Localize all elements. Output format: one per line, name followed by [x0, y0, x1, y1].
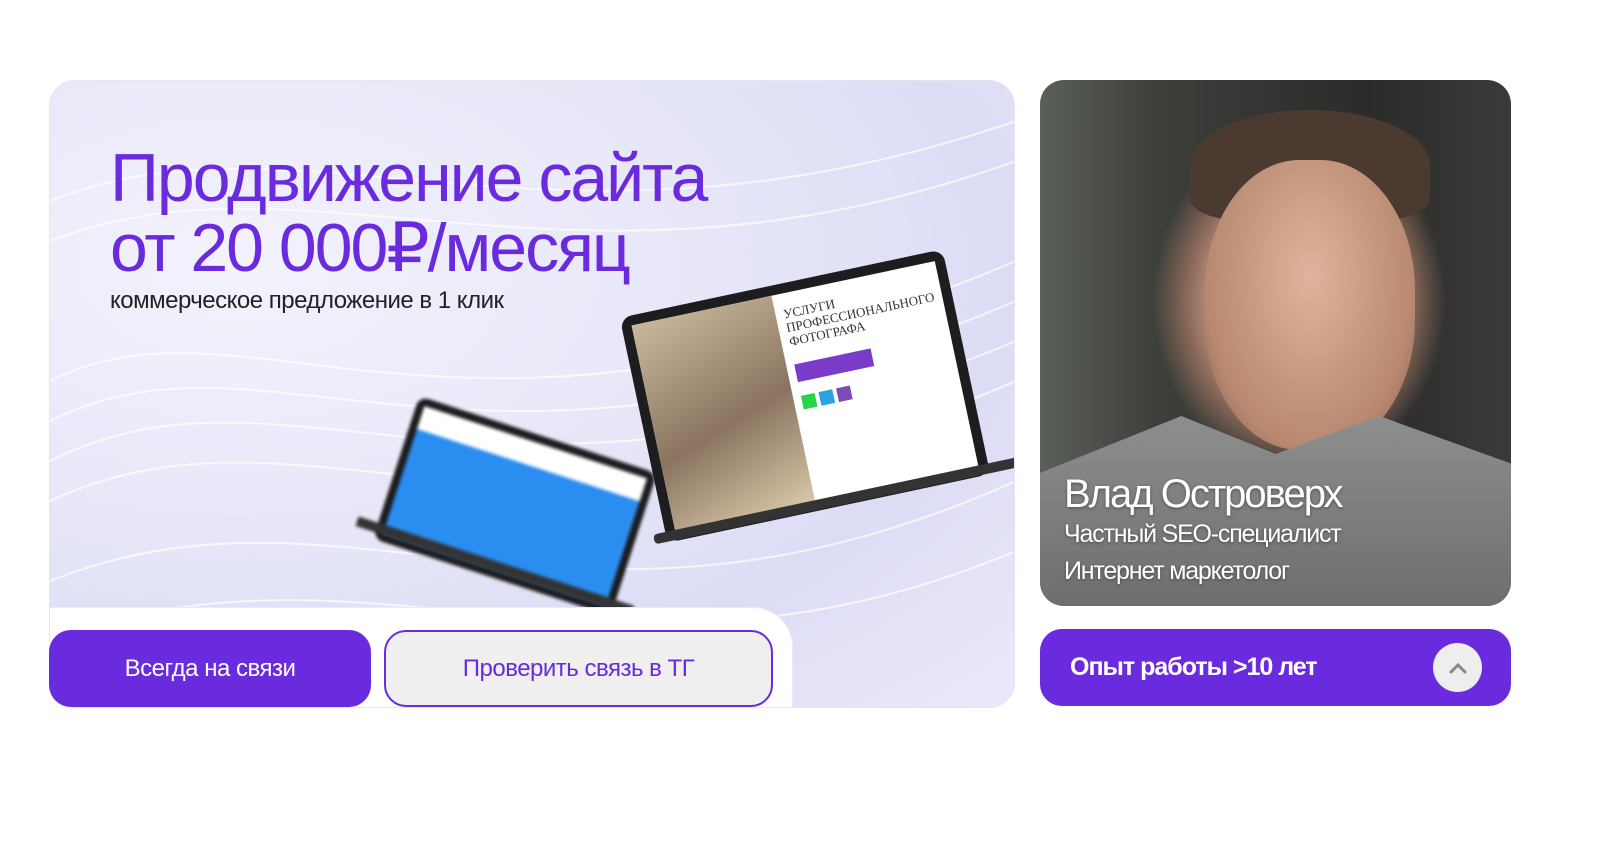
experience-label: Опыт работы >10 лет — [1070, 653, 1318, 681]
title-line-1: Продвижение сайта — [110, 140, 708, 216]
profile-face — [1205, 160, 1415, 450]
profile-photo-card: Влад Островерх Частный SEO-специалист Ин… — [1040, 80, 1511, 606]
check-telegram-button[interactable]: Проверить связь в ТГ — [384, 630, 773, 707]
hero-banner: Продвижение сайта от 20 000₽/месяц коммер… — [49, 80, 1015, 708]
whatsapp-icon — [800, 392, 818, 410]
mockup-cta — [794, 348, 875, 383]
hero-subtitle: коммерческое предложение в 1 клик — [110, 287, 504, 314]
hero-title: Продвижение сайта от 20 000₽/месяц — [110, 140, 708, 286]
profile-role-2: Интернет маркетолог — [1064, 557, 1290, 585]
telegram-icon — [818, 389, 836, 406]
profile-role: Частный SEO-специалист — [1064, 520, 1342, 548]
mockup-heading: УСЛУГИ ПРОФЕССИОНАЛЬНОГО ФОТОГРАФА — [781, 289, 936, 349]
scroll-up-button[interactable] — [1433, 643, 1482, 692]
profile-name: Влад Островерх — [1064, 472, 1343, 516]
experience-bar: Опыт работы >10 лет — [1040, 629, 1511, 706]
always-in-touch-button[interactable]: Всегда на связи — [49, 630, 371, 707]
chevron-up-icon — [1449, 662, 1466, 673]
viber-icon — [836, 385, 853, 403]
title-line-2: от 20 000₽/месяц — [110, 210, 631, 286]
